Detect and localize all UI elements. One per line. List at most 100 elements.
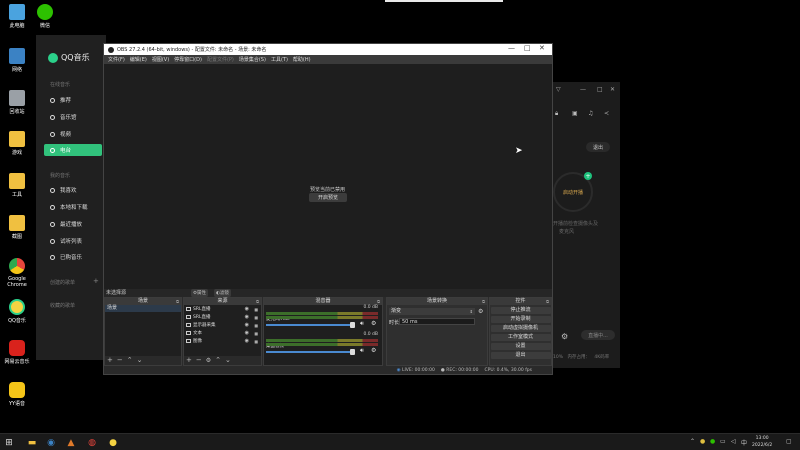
sidebar-item-recent[interactable]: 最近播放: [44, 218, 102, 230]
source-settings-icon[interactable]: ⚙: [206, 357, 211, 364]
bell-icon[interactable]: ♫: [588, 110, 593, 117]
desktop-icon-netease-music[interactable]: 网易云音乐: [0, 340, 34, 365]
source-item[interactable]: SRL直播 ◉ ■: [184, 313, 261, 321]
desktop-icon-screenshots[interactable]: 截图: [0, 215, 34, 240]
file-explorer-icon[interactable]: ▬: [26, 437, 38, 448]
start-recording-button[interactable]: 开始录制: [490, 315, 551, 323]
app-icon[interactable]: ▲: [65, 437, 77, 448]
lock-icon[interactable]: 🔒︎: [555, 110, 558, 118]
desktop-icon-tools[interactable]: 工具: [0, 173, 34, 198]
add-scene-icon[interactable]: +: [107, 357, 113, 364]
qqmusic-taskbar-icon[interactable]: ●: [107, 437, 119, 448]
tray-app-icon[interactable]: ●: [700, 438, 705, 445]
speaker-icon[interactable]: 🔊︎: [360, 320, 364, 328]
sidebar-item-liked[interactable]: 我喜欢: [44, 184, 102, 196]
sidebar-item-local[interactable]: 本地和下载: [44, 201, 102, 213]
eye-icon[interactable]: ◉: [245, 314, 249, 320]
transition-settings-icon[interactable]: ⚙: [478, 308, 483, 315]
desktop-icon-yy[interactable]: YY语音: [0, 382, 34, 407]
dropdown-icon[interactable]: ▽: [556, 86, 561, 93]
close-icon[interactable]: ✕: [610, 86, 615, 93]
minimize-icon[interactable]: —: [580, 86, 586, 93]
browser-icon[interactable]: ◉: [45, 437, 57, 448]
maximize-icon[interactable]: □: [524, 44, 531, 52]
wechat-tray-icon[interactable]: ●: [710, 438, 715, 445]
speaker-icon[interactable]: 🔊︎: [360, 347, 364, 355]
sidebar-item-music-hall[interactable]: 音乐馆: [44, 111, 102, 123]
desktop-icon-chrome[interactable]: Google Chrome: [0, 258, 34, 288]
exit-button[interactable]: 退出: [490, 351, 551, 359]
volume-slider-handle[interactable]: [350, 349, 355, 355]
properties-button[interactable]: ⚙ 属性: [191, 289, 209, 297]
volume-slider[interactable]: [266, 351, 354, 353]
transition-select[interactable]: 渐变 ⇕: [389, 308, 475, 315]
sidebar-item-radio[interactable]: 电台: [44, 144, 102, 156]
lock-icon[interactable]: ■: [254, 339, 258, 344]
notification-icon[interactable]: ▢: [786, 438, 792, 445]
desktop-icon-network[interactable]: 网络: [0, 48, 34, 73]
remove-scene-icon[interactable]: −: [117, 357, 123, 364]
undock-icon[interactable]: ⧉: [176, 298, 179, 305]
scene-item[interactable]: 场景: [105, 305, 181, 312]
sidebar-item-video[interactable]: 视频: [44, 128, 102, 140]
move-down-icon[interactable]: ⌄: [225, 357, 231, 364]
logout-button[interactable]: 退出: [586, 142, 610, 152]
chevron-up-icon[interactable]: ⌃: [690, 438, 695, 445]
start-windows-icon[interactable]: ⊞: [3, 437, 15, 448]
maximize-icon[interactable]: □: [597, 86, 603, 93]
source-item[interactable]: 文本 ◉ ■: [184, 329, 261, 337]
desktop-icon-qqmusic[interactable]: QQ音乐: [0, 299, 34, 324]
source-item[interactable]: 图像 ◉ ■: [184, 337, 261, 345]
undock-icon[interactable]: ⧉: [482, 298, 485, 305]
move-up-icon[interactable]: ⌃: [127, 357, 133, 364]
undock-icon[interactable]: ⧉: [256, 298, 259, 305]
filters-button[interactable]: ◐ 滤镜: [214, 289, 231, 297]
sidebar-item-purchased[interactable]: 已购音乐: [44, 251, 102, 263]
menu-file[interactable]: 文件(F): [108, 56, 125, 63]
move-up-icon[interactable]: ⌃: [215, 357, 221, 364]
undock-icon[interactable]: ⧉: [546, 298, 549, 305]
duration-input[interactable]: 50 ms: [399, 318, 475, 325]
obs-taskbar-icon[interactable]: ◍: [86, 437, 98, 448]
menu-help[interactable]: 帮助(H): [293, 56, 311, 63]
live-status-pill[interactable]: 直播中...: [581, 330, 615, 340]
volume-slider-handle[interactable]: [350, 322, 355, 328]
add-playlist-icon[interactable]: +: [93, 277, 99, 285]
network-icon[interactable]: ▭: [720, 438, 726, 445]
share-icon[interactable]: ≺: [604, 110, 609, 117]
enable-preview-button[interactable]: 开启预览: [309, 193, 347, 202]
eye-icon[interactable]: ◉: [245, 330, 249, 336]
eye-icon[interactable]: ◉: [245, 322, 249, 328]
sidebar-item-trial-list[interactable]: 试听列表: [44, 235, 102, 247]
taskbar-clock[interactable]: 13:00 2022/6/2: [752, 435, 772, 449]
settings-button[interactable]: 设置: [490, 342, 551, 350]
gear-icon[interactable]: ⚙: [371, 347, 376, 354]
desktop-icon-wechat[interactable]: 微信: [28, 4, 62, 29]
remove-source-icon[interactable]: −: [196, 357, 202, 364]
source-item[interactable]: SRL直播 ◉ ■: [184, 305, 261, 313]
undock-icon[interactable]: ⧉: [377, 298, 380, 305]
gear-icon[interactable]: ⚙: [371, 320, 376, 327]
menu-profile[interactable]: 配置文件(P): [207, 56, 234, 63]
preview-area[interactable]: 预览当前已禁用 开启预览 ➤: [104, 64, 552, 289]
menu-edit[interactable]: 编辑(E): [130, 56, 147, 63]
menu-view[interactable]: 视图(V): [152, 56, 169, 63]
lock-icon[interactable]: ■: [254, 323, 258, 328]
menu-tools[interactable]: 工具(T): [271, 56, 288, 63]
settings-icon[interactable]: ⚙: [561, 332, 568, 341]
move-down-icon[interactable]: ⌄: [137, 357, 143, 364]
studio-mode-button[interactable]: 工作室模式: [490, 333, 551, 341]
close-icon[interactable]: ✕: [539, 44, 545, 52]
ime-indicator[interactable]: 中: [741, 438, 747, 447]
stop-streaming-button[interactable]: 停止推流: [490, 306, 551, 314]
lock-icon[interactable]: ■: [254, 315, 258, 320]
minimize-icon[interactable]: —: [508, 44, 515, 52]
source-item[interactable]: 显示器采集 ◉ ■: [184, 321, 261, 329]
eye-icon[interactable]: ◉: [245, 306, 249, 312]
lock-icon[interactable]: ■: [254, 331, 258, 336]
menu-scene-collection[interactable]: 场景集合(S): [239, 56, 266, 63]
desktop-icon-games[interactable]: 游戏: [0, 131, 34, 156]
desktop-icon-recycle-bin[interactable]: 回收站: [0, 90, 34, 115]
add-source-icon[interactable]: +: [186, 357, 192, 364]
lock-icon[interactable]: ■: [254, 307, 258, 312]
